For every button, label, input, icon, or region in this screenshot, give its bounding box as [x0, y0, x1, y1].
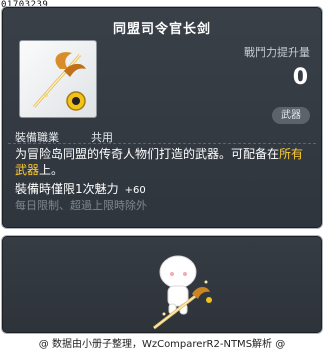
item-tooltip-panel: 同盟司令官长剑 戰鬥力提升量 0 武器 裝備職業 共用 为冒险岛同盟的传奇人物们打… — [1, 6, 323, 229]
stat-line: 裝備時僅限1次魅力 +60 — [15, 180, 146, 197]
power-label: 戰鬥力提升量 — [244, 46, 310, 59]
item-icon-frame — [19, 40, 97, 118]
stat-label: 裝備時僅限1次魅力 — [15, 182, 119, 196]
item-description: 为冒险岛同盟的传奇人物们打造的武器。可配备在所有武器上。 — [15, 146, 315, 178]
power-value: 0 — [292, 65, 308, 90]
divider — [8, 143, 316, 145]
sword-icon — [32, 52, 86, 111]
description-end: 上。 — [39, 163, 64, 177]
footer-note: @ 数据由小册子整理，WzComparerR2-NTMS解析 @ — [38, 339, 286, 350]
preview-panel — [1, 235, 323, 334]
item-name: 同盟司令官长剑 — [112, 22, 211, 37]
character-preview — [153, 255, 212, 330]
stat-value: +60 — [124, 185, 146, 196]
limit-text: 每日限制、超過上限時除外 — [15, 199, 147, 212]
description-text: 为冒险岛同盟的传奇人物们打造的武器。可配备在 — [15, 147, 280, 161]
category-badge: 武器 — [272, 107, 310, 124]
